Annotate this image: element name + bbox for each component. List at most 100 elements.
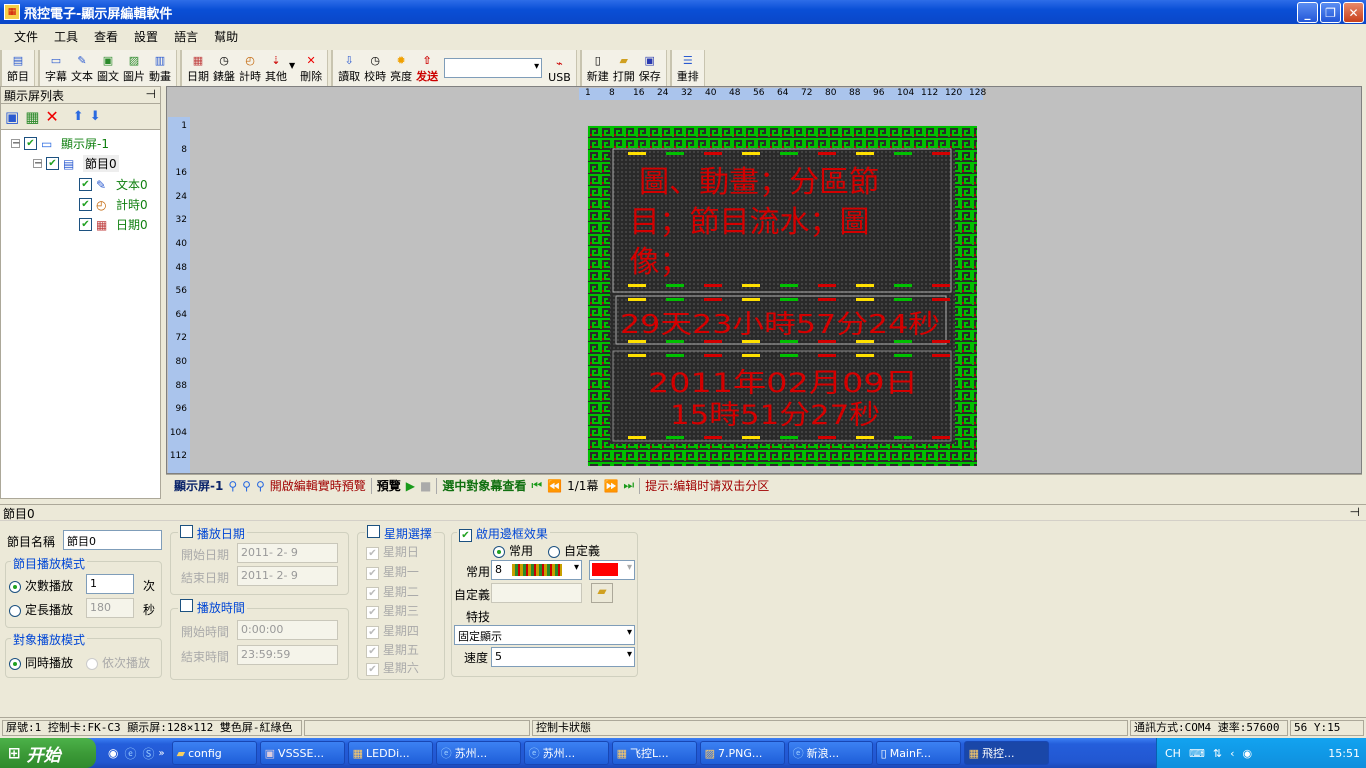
- collapse-icon[interactable]: −: [11, 139, 20, 149]
- stop-icon[interactable]: ■: [420, 479, 431, 493]
- zoom-fit-icon[interactable]: ⚲: [228, 479, 237, 493]
- move-down-icon[interactable]: ⬇: [90, 109, 101, 124]
- weekday-tuesday[interactable]: ✔ 星期二: [366, 583, 419, 600]
- custom-border-input[interactable]: [491, 583, 582, 603]
- program-button[interactable]: ▤ 節目: [5, 53, 31, 84]
- add-screen-icon[interactable]: ▣: [5, 108, 19, 126]
- picture-text-button[interactable]: ▣ 圖文: [95, 53, 121, 84]
- zoom-out-icon[interactable]: ⚲: [256, 479, 265, 493]
- fixed-length-stepper[interactable]: 180: [86, 598, 134, 618]
- speed-select[interactable]: 5 ▾: [491, 647, 635, 667]
- tree-node-date[interactable]: ✔ ▦ 日期0: [79, 216, 148, 233]
- quicklaunch-expand-icon[interactable]: »: [159, 748, 165, 759]
- date-button[interactable]: ▦ 日期: [185, 53, 211, 84]
- tree-checkbox[interactable]: ✔: [46, 157, 59, 170]
- skype-quicklaunch-icon[interactable]: Ⓢ: [143, 745, 155, 762]
- border-color-picker[interactable]: ▾: [589, 560, 635, 580]
- language-indicator[interactable]: CH: [1165, 747, 1181, 760]
- task-button[interactable]: ⓔ 新浪...: [787, 741, 873, 765]
- add-program-icon[interactable]: ▦: [25, 108, 39, 126]
- start-date-picker[interactable]: 2011- 2- 9: [237, 543, 338, 563]
- editor-canvas[interactable]: 1 8 16 24 32 40 48 56 64 72 80 88 96 104 112 120 128 181…: [166, 86, 1362, 474]
- tree-node-screen[interactable]: − ✔ ▭ 顯示屏-1: [11, 135, 109, 152]
- brightness-button[interactable]: ✹ 亮度: [388, 53, 414, 84]
- timer-button[interactable]: ◴ 計時: [237, 53, 263, 84]
- play-icon[interactable]: ▶: [406, 479, 415, 493]
- dial-button[interactable]: ◷ 錶盤: [211, 53, 237, 84]
- prev-page-icon[interactable]: ⏪: [547, 479, 562, 493]
- menu-view[interactable]: 查看: [86, 28, 126, 45]
- keyboard-icon[interactable]: ⌨: [1189, 747, 1205, 760]
- tree-checkbox[interactable]: ✔: [24, 137, 37, 150]
- read-button[interactable]: ⇩ 讀取: [336, 53, 362, 84]
- send-button[interactable]: ⇧ 发送: [414, 53, 440, 84]
- end-time-picker[interactable]: 23:59:59: [237, 645, 338, 665]
- menu-settings[interactable]: 設置: [126, 28, 166, 45]
- tree-checkbox[interactable]: ✔: [79, 218, 92, 231]
- task-button[interactable]: ▰ config: [171, 741, 257, 765]
- task-button-active[interactable]: ▦ 飛控...: [963, 741, 1049, 765]
- volume-icon[interactable]: ◉: [1242, 747, 1252, 760]
- start-button[interactable]: ⊞ 开始: [0, 738, 96, 768]
- weekday-saturday[interactable]: ✔ 星期六: [366, 659, 419, 676]
- tree-node-program[interactable]: − ✔ ▤ 節目0: [33, 155, 119, 172]
- pin-icon[interactable]: ⊣: [1350, 505, 1360, 519]
- sequential-play-radio[interactable]: 依次播放: [86, 654, 150, 671]
- task-button[interactable]: ▦ LEDDi...: [347, 741, 433, 765]
- save-button[interactable]: ▣ 保存: [637, 53, 663, 84]
- border-custom-radio[interactable]: 自定義: [548, 542, 600, 559]
- restore-button[interactable]: ❐: [1320, 2, 1341, 23]
- realtime-preview-toggle[interactable]: 開啟編輯實時預覽: [270, 477, 366, 494]
- border-common-radio[interactable]: 常用: [493, 542, 533, 559]
- menu-file[interactable]: 文件: [6, 28, 46, 45]
- program-name-input[interactable]: 節目0: [63, 530, 162, 550]
- task-button[interactable]: ▯ MainF...: [875, 741, 961, 765]
- sync-play-radio[interactable]: 同時播放: [9, 654, 73, 671]
- weekday-wednesday[interactable]: ✔ 星期三: [366, 602, 419, 619]
- tree-node-timer[interactable]: ✔ ◴ 計時0: [79, 196, 148, 213]
- ie-quicklaunch-icon[interactable]: ⓔ: [124, 745, 136, 762]
- tree-node-text[interactable]: ✔ ✎ 文本0: [79, 176, 148, 193]
- play-time-checkbox[interactable]: 播放時間: [178, 599, 247, 616]
- next-page-icon[interactable]: ⏩: [603, 479, 618, 493]
- weekday-sunday[interactable]: ✔ 星期日: [366, 543, 419, 560]
- weekday-checkbox[interactable]: 星期選擇: [365, 525, 434, 542]
- start-time-picker[interactable]: 0:00:00: [237, 620, 338, 640]
- task-button[interactable]: ⓔ 苏州...: [523, 741, 609, 765]
- tree-checkbox[interactable]: ✔: [79, 198, 92, 211]
- task-button[interactable]: ▣ VSSSE...: [259, 741, 345, 765]
- fixed-length-radio[interactable]: 定長播放: [9, 601, 73, 618]
- sync-time-button[interactable]: ◷ 校時: [362, 53, 388, 84]
- delete-button[interactable]: ✕ 刪除: [298, 53, 324, 84]
- network-icon[interactable]: ⇅: [1213, 747, 1222, 760]
- rearrange-button[interactable]: ☰ 重排: [675, 53, 701, 84]
- port-select[interactable]: [444, 58, 543, 78]
- count-stepper[interactable]: 1: [86, 574, 134, 594]
- first-page-icon[interactable]: ⏮: [531, 478, 542, 493]
- animation-button[interactable]: ▥ 動畫: [147, 53, 173, 84]
- menu-help[interactable]: 幫助: [206, 28, 246, 45]
- usb-button[interactable]: ⌁ USB: [546, 56, 573, 85]
- tray-expand-icon[interactable]: ‹: [1230, 747, 1234, 760]
- other-dropdown-arrow[interactable]: ▼: [289, 61, 295, 70]
- count-play-radio[interactable]: 次數播放: [9, 577, 73, 594]
- other-button[interactable]: ⇣ 其他: [263, 53, 289, 84]
- last-page-icon[interactable]: ⏭: [623, 478, 634, 493]
- end-date-picker[interactable]: 2011- 2- 9: [237, 566, 338, 586]
- weekday-friday[interactable]: ✔ 星期五: [366, 641, 419, 658]
- new-button[interactable]: ▯ 新建: [585, 53, 611, 84]
- border-effect-checkbox[interactable]: ✔ 啟用邊框效果: [457, 525, 550, 542]
- weekday-thursday[interactable]: ✔ 星期四: [366, 622, 419, 639]
- collapse-icon[interactable]: −: [33, 159, 42, 169]
- close-button[interactable]: ✕: [1343, 2, 1364, 23]
- task-button[interactable]: ⓔ 苏州...: [435, 741, 521, 765]
- zoom-in-icon[interactable]: ⚲: [242, 479, 251, 493]
- task-button[interactable]: ▦ 飞控L...: [611, 741, 697, 765]
- task-button[interactable]: ▨ 7.PNG...: [699, 741, 785, 765]
- pin-icon[interactable]: ⊣: [146, 87, 156, 101]
- delete-icon[interactable]: ✕: [45, 107, 58, 126]
- menu-tools[interactable]: 工具: [46, 28, 86, 45]
- weekday-monday[interactable]: ✔ 星期一: [366, 563, 419, 580]
- play-date-checkbox[interactable]: 播放日期: [178, 525, 247, 542]
- move-up-icon[interactable]: ⬆: [73, 109, 84, 124]
